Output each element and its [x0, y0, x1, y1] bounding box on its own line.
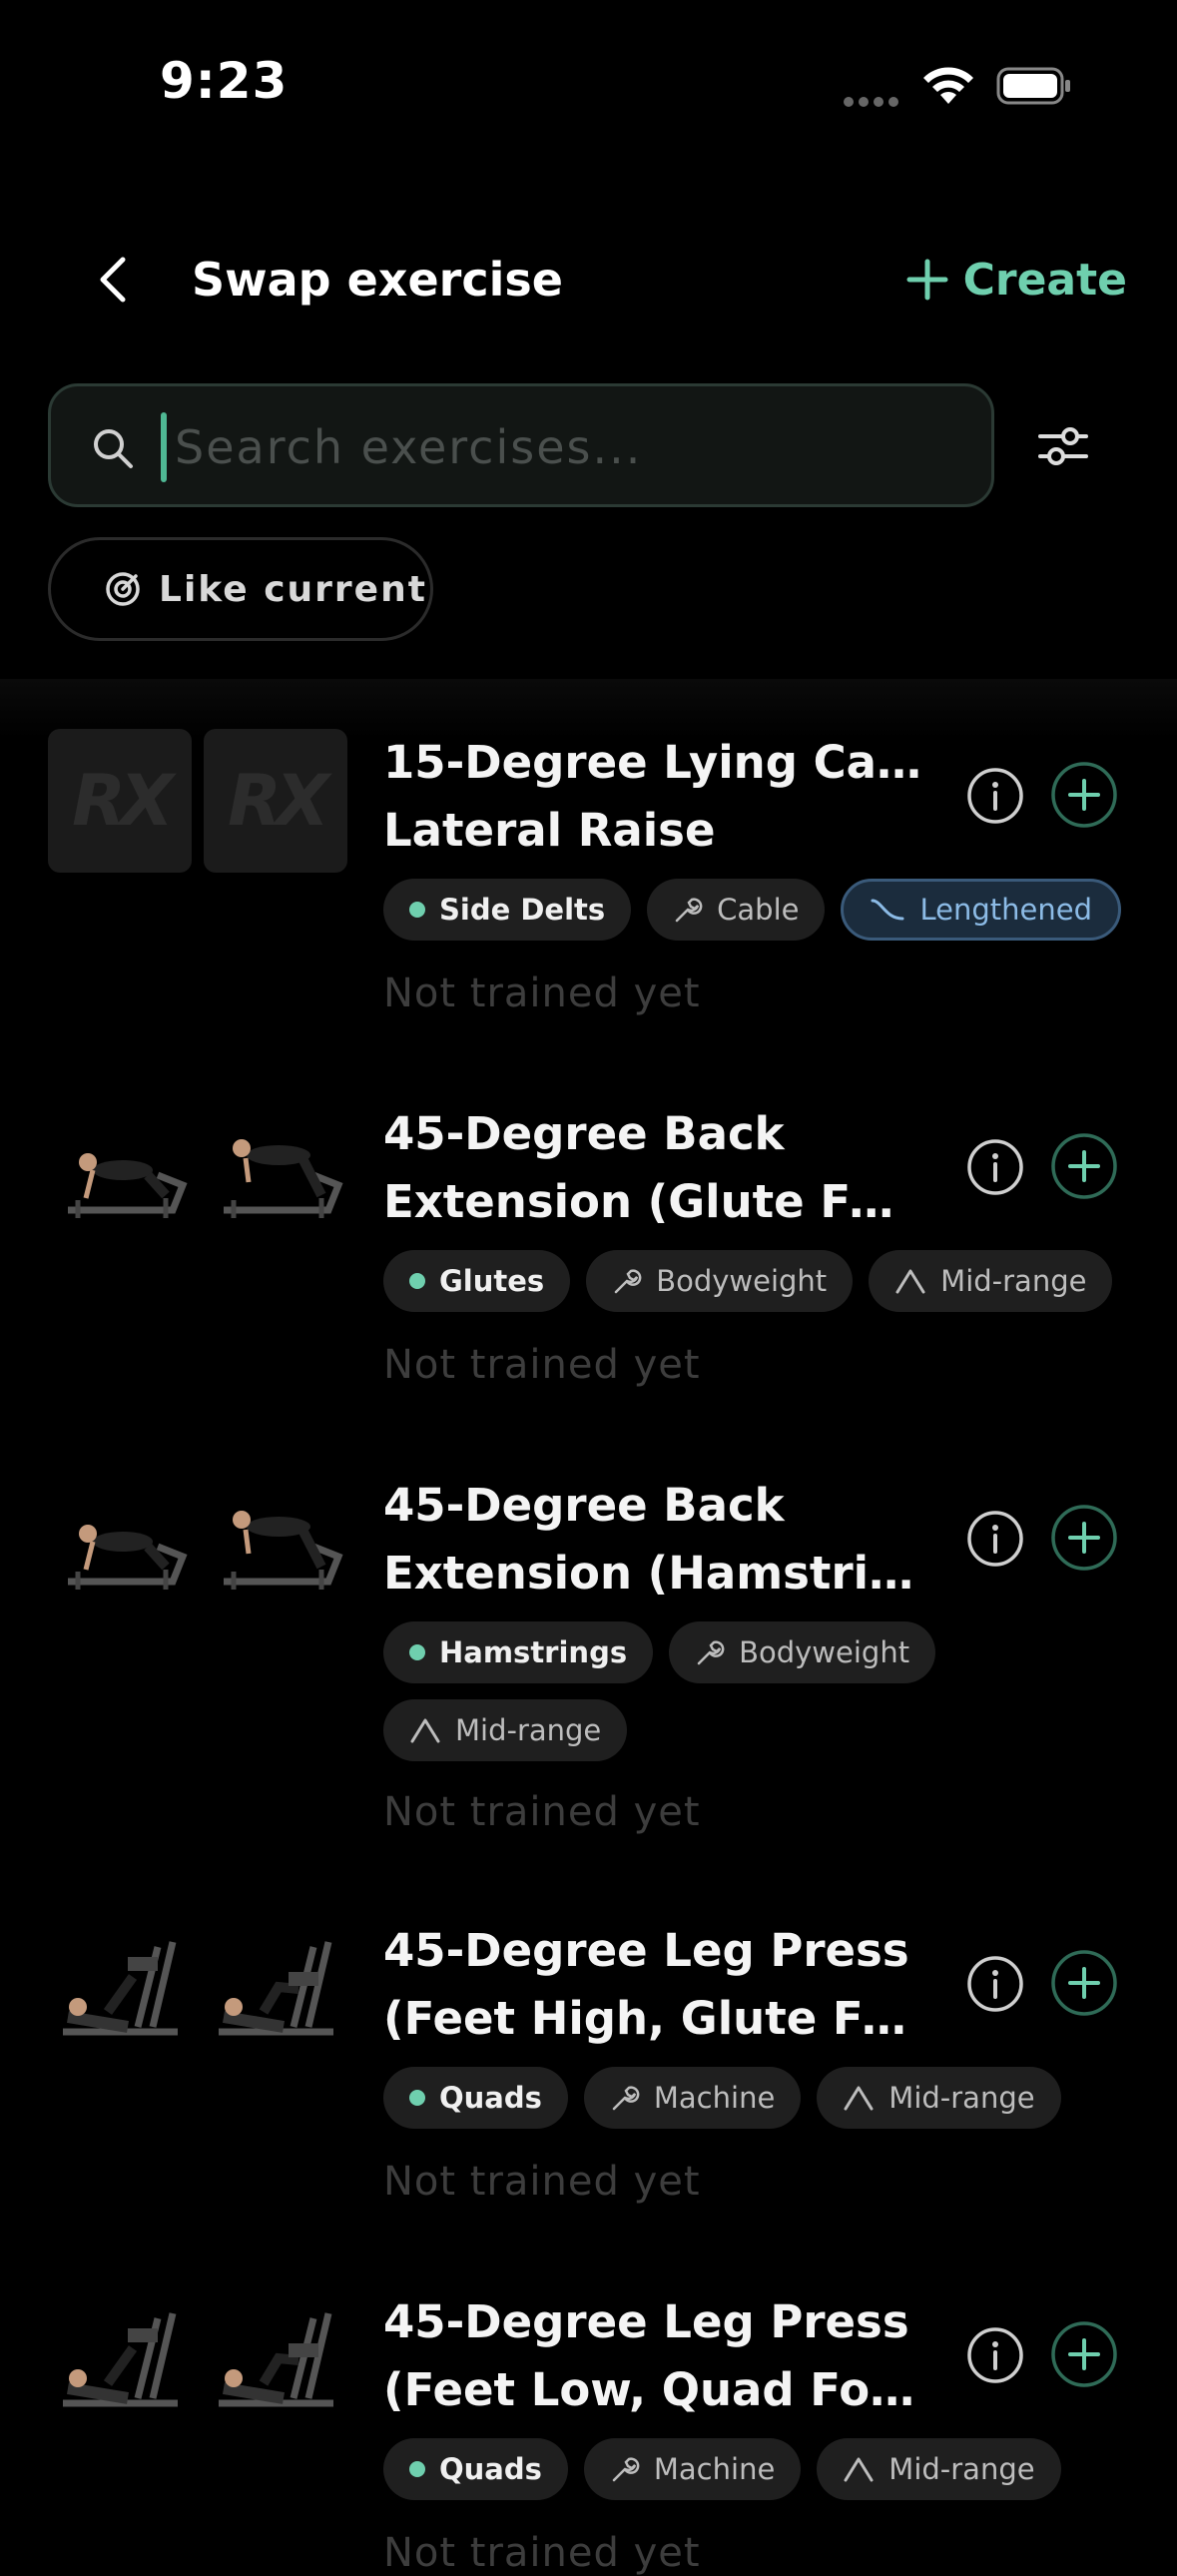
- mid-range-curve-icon: [895, 1269, 925, 1294]
- add-icon[interactable]: [1050, 1949, 1118, 2017]
- placeholder-logo: RX: [204, 729, 347, 873]
- wrench-icon: [612, 2086, 640, 2111]
- exercise-title: 45-Degree Leg Press (Feet High, Glute Fo…: [383, 1924, 922, 2045]
- search-input[interactable]: [173, 406, 955, 488]
- header: Swap exercise Create: [0, 220, 1177, 339]
- history-status: Not trained yet: [383, 2530, 701, 2576]
- info-icon[interactable]: [966, 1955, 1024, 2013]
- exercise-thumbnails: RX RX: [48, 729, 347, 875]
- tag-row: Hamstrings Bodyweight Mid-range: [383, 1621, 942, 1761]
- cellular-signal-icon: [844, 92, 903, 107]
- history-status: Not trained yet: [383, 2159, 701, 2205]
- exercise-title: 45-Degree Leg Press (Feet Low, Quad Focu…: [383, 2295, 922, 2416]
- range-tag: Mid-range: [817, 2067, 1061, 2129]
- exercise-figure-image: [63, 2312, 178, 2407]
- mid-range-curve-icon: [410, 1718, 440, 1743]
- placeholder-logo: RX: [48, 729, 192, 873]
- wrench-icon: [612, 2457, 640, 2482]
- create-button[interactable]: Create: [905, 250, 1127, 310]
- wrench-icon: [697, 1640, 725, 1665]
- wifi-icon: [923, 67, 973, 104]
- exercise-figure-image: [224, 1139, 343, 1218]
- filter-icon[interactable]: [1034, 417, 1092, 475]
- tag-row: Side Delts Cable Lengthened: [383, 879, 1122, 941]
- muscle-dot-icon: [409, 902, 425, 918]
- muscle-tag: Side Delts: [383, 879, 632, 941]
- equipment-tag: Machine: [583, 2438, 802, 2500]
- equipment-tag: Bodyweight: [669, 1621, 936, 1683]
- muscle-tag: Hamstrings: [383, 1621, 654, 1683]
- muscle-tag: Quads: [383, 2438, 568, 2500]
- history-status: Not trained yet: [383, 1789, 701, 1835]
- lengthened-curve-icon: [871, 899, 904, 921]
- exercise-figure-image: [219, 2312, 333, 2407]
- mid-range-curve-icon: [844, 2086, 874, 2111]
- exercise-title: 15-Degree Lying Cable Lateral Raise: [383, 736, 922, 857]
- info-icon[interactable]: [966, 2326, 1024, 2384]
- info-icon[interactable]: [966, 1510, 1024, 1568]
- add-icon[interactable]: [1050, 1504, 1118, 1572]
- exercise-figure-image: [63, 1941, 178, 2036]
- wrench-icon: [675, 898, 703, 923]
- muscle-tag: Quads: [383, 2067, 568, 2129]
- range-tag: Lengthened: [841, 879, 1121, 941]
- info-icon[interactable]: [966, 1138, 1024, 1196]
- back-icon[interactable]: [85, 250, 145, 310]
- equipment-tag: Machine: [583, 2067, 802, 2129]
- exercise-figure-image: [68, 1153, 188, 1218]
- range-tag: Mid-range: [817, 2438, 1061, 2500]
- battery-icon: [996, 67, 1070, 105]
- target-icon: [106, 572, 140, 606]
- exercise-thumbnails: [48, 1472, 347, 1617]
- exercise-figure-image: [224, 1511, 343, 1590]
- exercise-figure-image: [68, 1525, 188, 1590]
- tag-row: Quads Machine Mid-range: [383, 2438, 1122, 2500]
- range-tag: Mid-range: [383, 1699, 628, 1761]
- exercise-title: 45-Degree Back Extension (Hamstring ...: [383, 1479, 922, 1600]
- exercise-figure-image: [219, 1941, 333, 2036]
- range-tag: Mid-range: [869, 1250, 1113, 1312]
- exercise-thumbnails: [48, 1917, 347, 2063]
- like-current-label: Like current: [159, 568, 427, 610]
- wrench-icon: [614, 1269, 642, 1294]
- add-icon[interactable]: [1050, 761, 1118, 829]
- muscle-tag: Glutes: [383, 1250, 571, 1312]
- search-icon: [94, 429, 133, 468]
- create-label: Create: [962, 254, 1127, 306]
- exercise-thumbnails: [48, 1100, 347, 1246]
- tag-row: Glutes Bodyweight Mid-range: [383, 1250, 1122, 1312]
- info-icon[interactable]: [966, 767, 1024, 825]
- status-bar: 9:23: [0, 0, 1177, 170]
- page-title: Swap exercise: [192, 253, 563, 307]
- muscle-dot-icon: [409, 2461, 425, 2477]
- text-caret: [161, 412, 167, 482]
- like-current-chip[interactable]: Like current: [48, 537, 433, 641]
- add-icon[interactable]: [1050, 2320, 1118, 2388]
- exercise-thumbnails: [48, 2288, 347, 2434]
- plus-icon: [906, 259, 948, 301]
- equipment-tag: Bodyweight: [586, 1250, 854, 1312]
- equipment-tag: Cable: [647, 879, 826, 941]
- mid-range-curve-icon: [844, 2457, 874, 2482]
- history-status: Not trained yet: [383, 970, 701, 1016]
- add-icon[interactable]: [1050, 1132, 1118, 1200]
- muscle-dot-icon: [409, 1644, 425, 1660]
- search-bar: [48, 383, 994, 507]
- muscle-dot-icon: [409, 2090, 425, 2106]
- exercise-title: 45-Degree Back Extension (Glute Focus): [383, 1107, 922, 1228]
- status-time: 9:23: [160, 52, 289, 110]
- muscle-dot-icon: [409, 1273, 425, 1289]
- history-status: Not trained yet: [383, 1342, 701, 1388]
- tag-row: Quads Machine Mid-range: [383, 2067, 1122, 2129]
